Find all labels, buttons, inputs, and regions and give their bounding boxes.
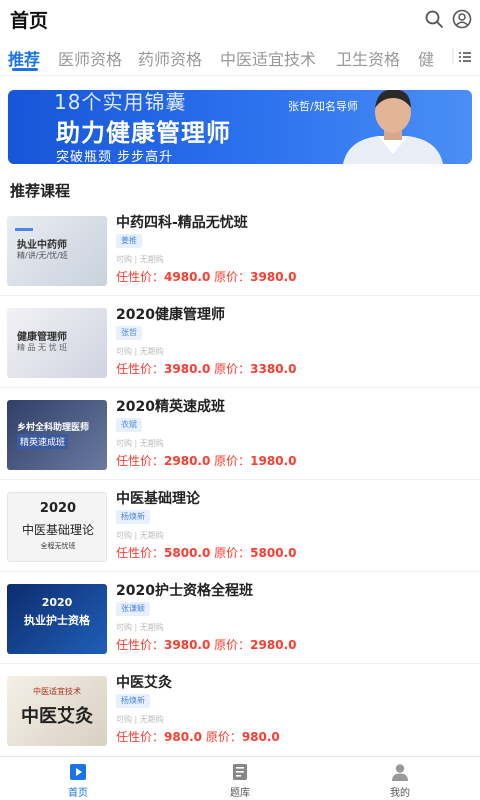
mentor-portrait: [343, 90, 443, 164]
course-availability: 可购 | 无期购: [116, 715, 164, 724]
user-circle-icon[interactable]: [452, 9, 472, 29]
course-availability: 可购 | 无期购: [116, 255, 164, 264]
banner-mentor-name: 张哲/: [288, 100, 314, 113]
banner-headline: 助力健康管理师: [56, 119, 231, 147]
category-tabs: 推荐 医师资格 药师资格 中医适宜技术 卫生资格 健: [0, 38, 480, 76]
course-price: 任性价：4980.0 原价：3980.0: [116, 270, 297, 284]
teacher-tag: 衣斌: [116, 418, 142, 432]
tab-physician[interactable]: 医师资格: [58, 46, 122, 70]
tab-health-partial[interactable]: 健: [418, 46, 434, 70]
nav-question-bank[interactable]: 题库: [200, 757, 280, 800]
home-play-icon: [70, 764, 86, 780]
teacher-tag: 杨焕新: [116, 694, 150, 708]
course-title: 2020护士资格全程班: [116, 583, 253, 599]
bottom-nav: 首页 题库 我的: [0, 756, 480, 800]
course-title: 2020精英速成班: [116, 399, 225, 415]
course-price: 任性价：3980.0 原价：3380.0: [116, 362, 297, 376]
promo-banner[interactable]: 18个实用锦囊 助力健康管理师 突破瓶颈 步步高升 张哲/ 知名导师: [8, 90, 472, 164]
course-thumbnail: 健康管理师 精 品 无 忧 班: [7, 308, 107, 378]
teacher-tag: 张谦颖: [116, 602, 150, 616]
course-availability: 可购 | 无期购: [116, 623, 164, 632]
course-item[interactable]: 2020 中医基础理论 全程无忧班 中医基础理论 杨焕新 可购 | 无期购 任性…: [0, 480, 480, 572]
nav-label: 题库: [230, 788, 250, 799]
course-availability: 可购 | 无期购: [116, 531, 164, 540]
course-price: 任性价：3980.0 原价：2980.0: [116, 638, 297, 652]
course-title: 中药四科-精品无忧班: [116, 215, 248, 231]
section-title: 推荐课程: [10, 182, 71, 200]
nav-label: 我的: [390, 788, 410, 799]
course-item[interactable]: 2020 执业护士资格 2020护士资格全程班 张谦颖 可购 | 无期购 任性价…: [0, 572, 480, 664]
app-header: 首页: [0, 0, 480, 38]
menu-icon[interactable]: [452, 44, 474, 68]
active-tab-indicator: [12, 68, 38, 71]
course-item[interactable]: 执业中药师 精/讲/无/忧/班 中药四科-精品无忧班 姜推 可购 | 无期购 任…: [0, 204, 480, 296]
course-title: 中医基础理论: [116, 491, 200, 507]
page-title: 首页: [10, 10, 49, 32]
course-item[interactable]: 健康管理师 精 品 无 忧 班 2020健康管理师 张哲 可购 | 无期购 任性…: [0, 296, 480, 388]
course-item[interactable]: 中医适宜技术 中医艾灸 中医艾灸 杨焕新 可购 | 无期购 任性价：980.0 …: [0, 664, 480, 756]
banner-line1: 18个实用锦囊: [54, 90, 187, 114]
search-icon[interactable]: [424, 9, 444, 29]
course-title: 中医艾灸: [116, 675, 172, 691]
nav-profile[interactable]: 我的: [360, 757, 440, 800]
course-price: 任性价：980.0 原价：980.0: [116, 730, 280, 744]
course-thumbnail: 2020 执业护士资格: [7, 584, 107, 654]
course-title: 2020健康管理师: [116, 307, 225, 323]
profile-icon: [392, 764, 408, 781]
teacher-tag: 杨焕新: [116, 510, 150, 524]
course-thumbnail: 执业中药师 精/讲/无/忧/班: [7, 216, 107, 286]
tab-health-qualification[interactable]: 卫生资格: [336, 46, 400, 70]
course-item[interactable]: 乡村全科助理医师 精英速成班 2020精英速成班 衣斌 可购 | 无期购 任性价…: [0, 388, 480, 480]
nav-label: 首页: [68, 788, 88, 799]
nav-home[interactable]: 首页: [38, 757, 118, 800]
banner-subtitle: 突破瓶颈 步步高升: [56, 150, 174, 164]
course-availability: 可购 | 无期购: [116, 347, 164, 356]
tab-pharmacist[interactable]: 药师资格: [138, 46, 202, 70]
tab-tcm-technique[interactable]: 中医适宜技术: [220, 46, 316, 70]
teacher-tag: 姜推: [116, 234, 142, 248]
course-price: 任性价：5800.0 原价：5800.0: [116, 546, 297, 560]
course-price: 任性价：2980.0 原价：1980.0: [116, 454, 297, 468]
tab-recommend[interactable]: 推荐: [8, 46, 40, 70]
course-availability: 可购 | 无期购: [116, 439, 164, 448]
course-thumbnail: 中医适宜技术 中医艾灸: [7, 676, 107, 746]
course-thumbnail: 2020 中医基础理论 全程无忧班: [7, 492, 107, 562]
course-thumbnail: 乡村全科助理医师 精英速成班: [7, 400, 107, 470]
question-bank-icon: [233, 764, 247, 780]
teacher-tag: 张哲: [116, 326, 142, 340]
